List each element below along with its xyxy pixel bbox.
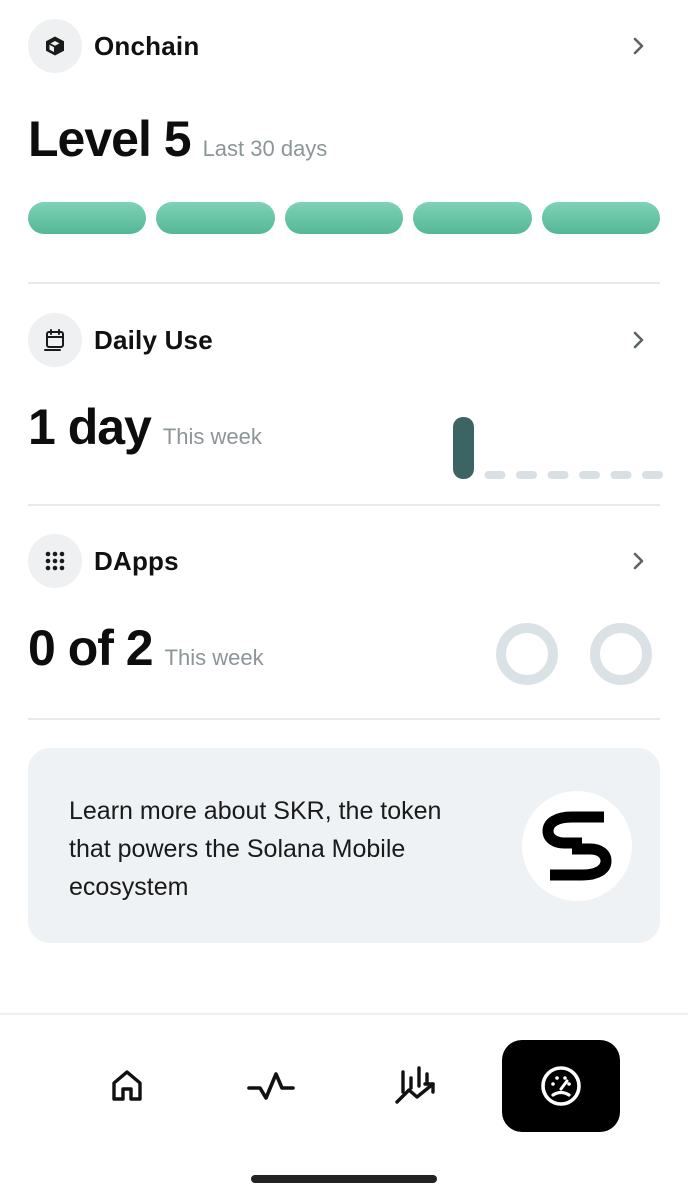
daily-use-section: Daily Use 1 day This week <box>28 312 663 492</box>
onchain-header[interactable]: Onchain <box>28 18 660 74</box>
level-bar-segment <box>28 202 147 234</box>
calendar-icon <box>44 329 64 351</box>
trending-chart-icon <box>395 1066 435 1104</box>
level-period: Last 30 days <box>202 136 328 161</box>
daily-use-value: 1 day <box>28 399 152 455</box>
daily-use-period: This week <box>162 424 262 449</box>
day-bar-active <box>453 417 474 479</box>
day-bar-inactive <box>579 471 600 479</box>
chevron-right-icon[interactable] <box>626 549 650 573</box>
day-bar-inactive <box>642 471 663 479</box>
level-bar-segment <box>413 202 532 234</box>
dapps-metric: 0 of 2 This week <box>28 619 264 677</box>
dapps-header[interactable]: DApps <box>28 533 660 589</box>
dapps-icon-circle <box>28 534 82 588</box>
chevron-right-icon[interactable] <box>626 328 650 352</box>
day-bar-inactive <box>610 471 632 479</box>
promo-text: Learn more about SKR, the token that pow… <box>69 797 442 901</box>
activity-pulse-icon <box>247 1072 295 1100</box>
level-bar-segment <box>156 202 275 234</box>
daily-use-title: Daily Use <box>94 324 213 355</box>
level-progress-bars <box>28 202 661 234</box>
nav-home-button[interactable] <box>68 1040 186 1132</box>
dapps-section: DApps 0 of 2 This week <box>28 533 660 713</box>
onchain-section: Onchain Level 5 Last 30 days <box>28 18 661 258</box>
dapps-title: DApps <box>94 545 179 576</box>
dapp-ring-unused <box>590 623 652 685</box>
dapp-ring-unused <box>496 623 558 685</box>
day-bar-inactive <box>516 471 537 479</box>
dapps-usage-rings <box>496 623 652 685</box>
dapps-period: This week <box>164 645 264 670</box>
onchain-title: Onchain <box>94 30 200 61</box>
chevron-right-icon[interactable] <box>626 34 650 58</box>
onchain-icon-circle <box>28 19 82 73</box>
gauge-icon <box>541 1066 581 1106</box>
home-icon <box>112 1070 142 1101</box>
level-value: Level 5 <box>28 111 192 167</box>
bottom-nav-divider <box>0 1013 688 1015</box>
level-bar-segment <box>284 202 404 234</box>
skr-promo-card[interactable]: Learn more about SKR, the token that pow… <box>28 748 660 943</box>
onchain-metric: Level 5 Last 30 days <box>28 110 327 168</box>
divider <box>28 282 660 284</box>
grid-dots-icon <box>45 551 65 571</box>
nav-activity-button[interactable] <box>212 1040 330 1132</box>
nav-gauge-button[interactable] <box>502 1040 620 1132</box>
dapps-value: 0 of 2 <box>28 620 154 676</box>
weekly-usage-chart <box>453 417 663 479</box>
cube-icon <box>46 36 64 56</box>
daily-use-metric: 1 day This week <box>28 398 262 456</box>
daily-use-header[interactable]: Daily Use <box>28 312 660 368</box>
home-indicator <box>251 1175 437 1183</box>
divider <box>28 718 660 720</box>
nav-trending-button[interactable] <box>357 1040 475 1132</box>
level-bar-segment <box>541 202 661 234</box>
skr-logo <box>522 791 632 901</box>
bottom-nav <box>0 1040 688 1132</box>
skr-logo-icon <box>542 811 612 881</box>
divider <box>28 504 660 506</box>
day-bar-inactive <box>484 471 506 479</box>
day-bar-inactive <box>547 471 569 479</box>
daily-use-icon-circle <box>28 313 82 367</box>
